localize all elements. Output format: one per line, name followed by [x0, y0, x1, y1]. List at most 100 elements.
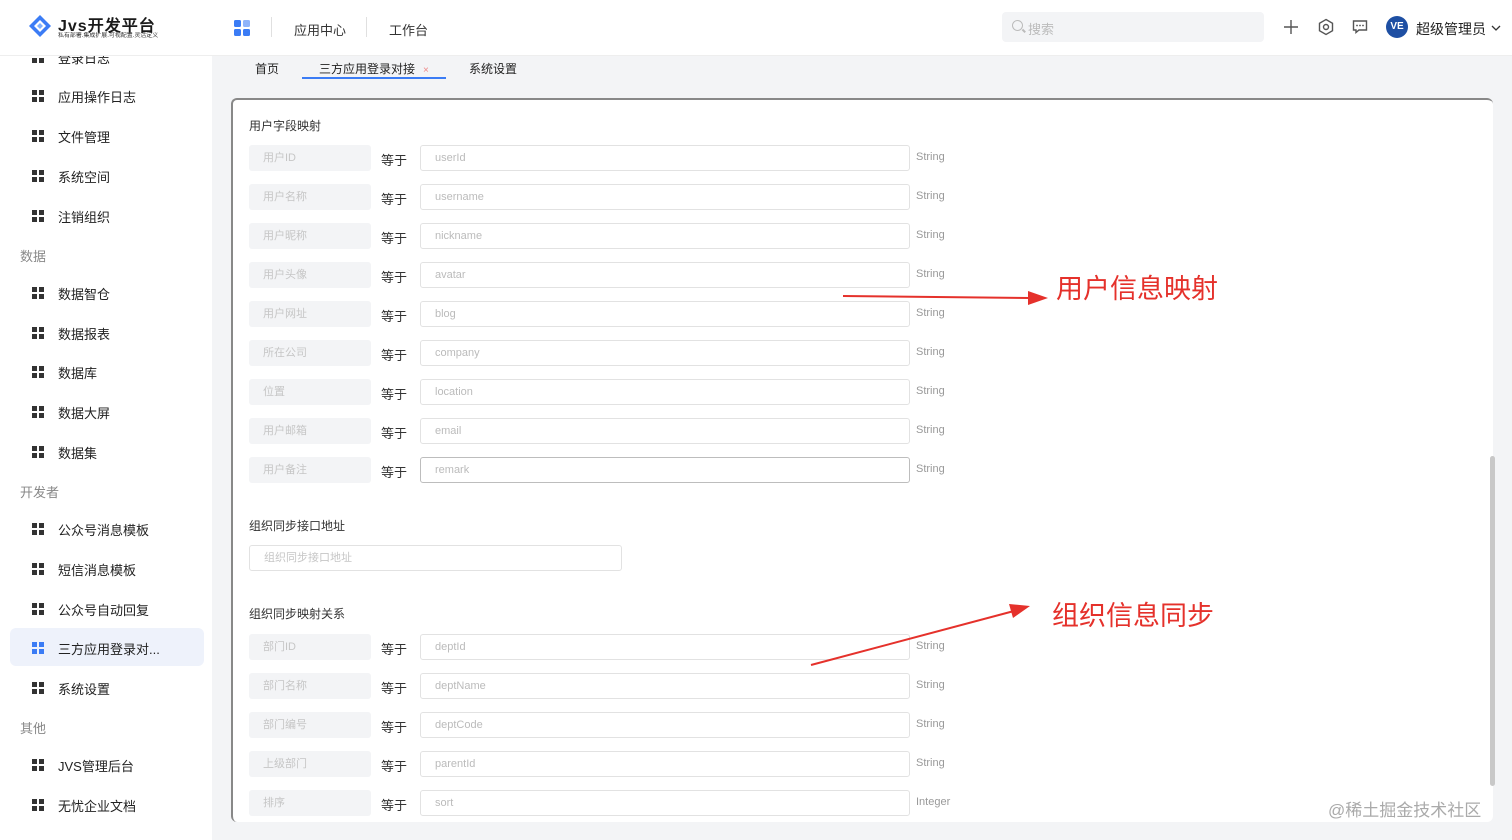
nav-workbench[interactable]: 工作台: [389, 20, 428, 39]
field-type: String: [916, 463, 945, 475]
sidebar-item-cancel-org[interactable]: 注销组织: [10, 196, 204, 234]
header-divider: [271, 17, 272, 37]
field-type: String: [916, 424, 945, 436]
equals-label: 等于: [381, 192, 408, 207]
grid-icon: [32, 799, 44, 811]
location-input[interactable]: location: [420, 379, 910, 405]
sidebar-item-label: 注销组织: [58, 210, 111, 225]
annotation-org-sync: 组织信息同步: [1052, 601, 1214, 631]
tab-active-indicator: [302, 77, 446, 79]
sidebar-item-third-party-login[interactable]: 三方应用登录对...: [10, 628, 204, 666]
field-label: 部门编号: [249, 712, 371, 738]
grid-icon: [32, 642, 44, 654]
field-type: String: [916, 268, 945, 280]
sidebar-item-data-report[interactable]: 数据报表: [10, 313, 204, 351]
vertical-scrollbar[interactable]: [1490, 456, 1495, 786]
equals-label: 等于: [381, 270, 408, 285]
sidebar-item-login-log[interactable]: 登录日志: [10, 56, 204, 75]
grid-icon: [32, 682, 44, 694]
close-icon[interactable]: ×: [423, 65, 429, 76]
sidebar-item-app-log[interactable]: 应用操作日志: [10, 76, 204, 114]
chevron-down-icon[interactable]: [1490, 22, 1502, 34]
sync-url-input[interactable]: 组织同步接口地址: [249, 545, 622, 571]
equals-label: 等于: [381, 231, 408, 246]
grid-icon: [32, 56, 44, 63]
sidebar-item-system-space[interactable]: 系统空间: [10, 156, 204, 194]
email-input[interactable]: email: [420, 418, 910, 444]
sidebar-item-label: 短信消息模板: [58, 563, 137, 578]
remark-input[interactable]: remark: [420, 457, 910, 483]
sidebar-item-label: 文件管理: [58, 130, 111, 145]
grid-icon: [32, 327, 44, 339]
avatar-input[interactable]: avatar: [420, 262, 910, 288]
dept-id-input[interactable]: deptId: [420, 634, 910, 660]
sidebar-item-jvs-admin[interactable]: JVS管理后台: [10, 745, 204, 783]
annotation-user-mapping: 用户信息映射: [1056, 274, 1218, 304]
sidebar-item-label: 数据智仓: [58, 287, 111, 302]
sidebar-item-data-screen[interactable]: 数据大屏: [10, 392, 204, 430]
sort-input[interactable]: sort: [420, 790, 910, 816]
sidebar-item-dataset[interactable]: 数据集: [10, 432, 204, 470]
plus-icon[interactable]: [1282, 18, 1300, 36]
field-label: 位置: [249, 379, 371, 405]
user-id-input[interactable]: userId: [420, 145, 910, 171]
top-header: Jvs开发平台 私有部署.集成扩展.可视配置.灵活定义 应用中心 工作台 搜索 …: [0, 0, 1512, 56]
search-icon: [1012, 20, 1023, 31]
sidebar-item-enterprise-docs[interactable]: 无忧企业文档: [10, 785, 204, 823]
equals-label: 等于: [381, 759, 408, 774]
field-type: String: [916, 151, 945, 163]
sidebar-item-system-settings[interactable]: 系统设置: [10, 668, 204, 706]
org-mapping-title: 组织同步映射关系: [249, 607, 346, 621]
blog-input[interactable]: blog: [420, 301, 910, 327]
grid-icon: [32, 406, 44, 418]
tab-system-settings[interactable]: 系统设置: [469, 60, 517, 77]
field-label: 部门名称: [249, 673, 371, 699]
field-type: Integer: [916, 796, 951, 808]
sidebar-item-wechat-template[interactable]: 公众号消息模板: [10, 509, 204, 547]
nav-app-center[interactable]: 应用中心: [294, 20, 346, 39]
nickname-input[interactable]: nickname: [420, 223, 910, 249]
apps-grid-icon[interactable]: [234, 20, 250, 36]
tab-home[interactable]: 首页: [255, 60, 279, 77]
sidebar-item-label: 系统空间: [58, 170, 111, 185]
header-divider: [366, 17, 367, 37]
username-input[interactable]: username: [420, 184, 910, 210]
sidebar-item-data-warehouse[interactable]: 数据智仓: [10, 273, 204, 311]
tab-label: 三方应用登录对接: [319, 62, 416, 76]
logo-icon: [29, 15, 51, 37]
avatar[interactable]: VE: [1386, 16, 1408, 38]
search-input[interactable]: 搜索: [1002, 12, 1264, 42]
field-label: 用户邮箱: [249, 418, 371, 444]
logo[interactable]: Jvs开发平台 私有部署.集成扩展.可视配置.灵活定义: [28, 10, 188, 46]
equals-label: 等于: [381, 465, 408, 480]
tab-bar: 首页 三方应用登录对接 × 系统设置: [212, 56, 1512, 86]
sync-url-title: 组织同步接口地址: [249, 519, 346, 533]
company-input[interactable]: company: [420, 340, 910, 366]
sidebar-group-other: 其他: [20, 721, 47, 736]
dept-code-input[interactable]: deptCode: [420, 712, 910, 738]
user-name[interactable]: 超级管理员: [1416, 19, 1486, 39]
grid-icon: [32, 90, 44, 102]
settings-icon[interactable]: [1317, 18, 1335, 36]
grid-icon: [32, 603, 44, 615]
form-panel: 用户字段映射 用户ID 等于 userId String 用户名称 等于 use…: [231, 98, 1493, 822]
grid-icon: [32, 446, 44, 458]
parent-id-input[interactable]: parentId: [420, 751, 910, 777]
tab-third-party-login[interactable]: 三方应用登录对接 ×: [319, 60, 429, 77]
dept-name-input[interactable]: deptName: [420, 673, 910, 699]
sidebar-item-label: 数据大屏: [58, 406, 111, 421]
sidebar-item-file-management[interactable]: 文件管理: [10, 116, 204, 154]
grid-icon: [32, 563, 44, 575]
message-icon[interactable]: [1351, 18, 1369, 36]
equals-label: 等于: [381, 387, 408, 402]
sidebar-item-database[interactable]: 数据库: [10, 352, 204, 390]
field-label: 用户名称: [249, 184, 371, 210]
sidebar-item-sms-template[interactable]: 短信消息模板: [10, 549, 204, 587]
equals-label: 等于: [381, 681, 408, 696]
sidebar-item-auto-reply[interactable]: 公众号自动回复: [10, 589, 204, 627]
sidebar-item-label: 登录日志: [58, 56, 111, 66]
grid-icon: [32, 366, 44, 378]
field-label: 用户头像: [249, 262, 371, 288]
grid-icon: [32, 287, 44, 299]
equals-label: 等于: [381, 642, 408, 657]
